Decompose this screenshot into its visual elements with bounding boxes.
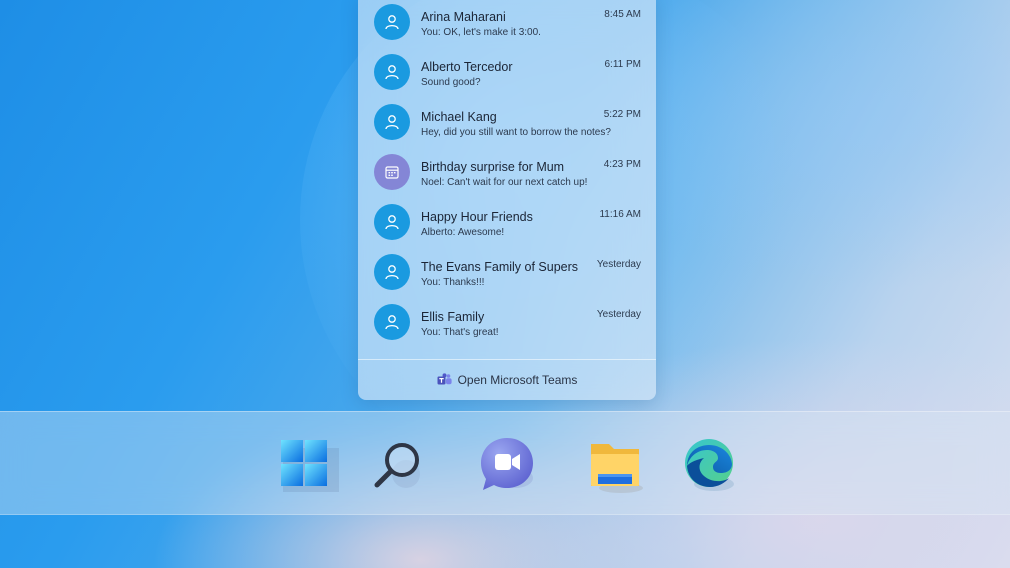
file-explorer-icon[interactable] <box>587 436 643 493</box>
teams-icon <box>437 373 452 387</box>
chat-time: 11:16 AM <box>599 209 641 220</box>
chat-item-ellis-family[interactable]: Ellis Family You: That's great! Yesterda… <box>358 300 656 350</box>
chat-item-arina[interactable]: Arina Maharani You: OK, let's make it 3:… <box>358 0 656 50</box>
edge-browser-icon[interactable] <box>682 436 738 492</box>
chat-name: Alberto Tercedor <box>421 60 513 74</box>
open-teams-label: Open Microsoft Teams <box>457 373 578 387</box>
chat-item-michael[interactable]: Michael Kang Hey, did you still want to … <box>358 100 656 150</box>
chat-video-icon[interactable] <box>479 436 535 492</box>
chat-preview: Sound good? <box>421 77 481 88</box>
chat-item-evans-family[interactable]: The Evans Family of Supers You: Thanks!!… <box>358 250 656 300</box>
chat-preview: Noel: Can't wait for our next catch up! <box>421 177 588 188</box>
chat-name: Michael Kang <box>421 110 497 124</box>
person-icon <box>374 304 410 340</box>
chat-name: The Evans Family of Supers <box>421 260 579 274</box>
chat-time: 8:45 AM <box>604 9 641 20</box>
person-icon <box>374 204 410 240</box>
windows-start-icon[interactable] <box>277 436 339 492</box>
taskbar <box>0 411 1010 515</box>
chat-time: Yesterday <box>596 259 641 270</box>
chat-flyout: Arina Maharani You: OK, let's make it 3:… <box>358 0 656 400</box>
chat-time: 6:11 PM <box>604 59 642 70</box>
person-icon <box>374 254 410 290</box>
chat-preview: Alberto: Awesome! <box>421 227 505 238</box>
chat-time: 5:22 PM <box>603 109 641 120</box>
open-teams-button[interactable]: Open Microsoft Teams <box>358 359 656 400</box>
search-icon[interactable] <box>372 436 428 492</box>
chat-name: Happy Hour Friends <box>421 210 533 224</box>
chat-item-birthday[interactable]: Birthday surprise for Mum Noel: Can't wa… <box>358 150 656 200</box>
chat-item-alberto[interactable]: Alberto Tercedor Sound good? 6:11 PM <box>358 50 656 100</box>
chat-item-happy-hour[interactable]: Happy Hour Friends Alberto: Awesome! 11:… <box>358 200 656 250</box>
chat-name: Arina Maharani <box>421 10 506 24</box>
chat-list: Arina Maharani You: OK, let's make it 3:… <box>358 0 656 350</box>
person-icon <box>374 104 410 140</box>
chat-preview: You: OK, let's make it 3:00. <box>421 27 541 38</box>
calendar-icon <box>374 154 410 190</box>
person-icon <box>374 54 410 90</box>
chat-preview: You: Thanks!!! <box>421 277 485 288</box>
chat-time: Yesterday <box>596 309 641 320</box>
chat-time: 4:23 PM <box>603 159 641 170</box>
chat-preview: Hey, did you still want to borrow the no… <box>421 127 611 138</box>
chat-name: Birthday surprise for Mum <box>421 160 565 174</box>
chat-preview: You: That's great! <box>421 327 499 338</box>
person-icon <box>374 4 410 40</box>
chat-name: Ellis Family <box>421 310 485 324</box>
